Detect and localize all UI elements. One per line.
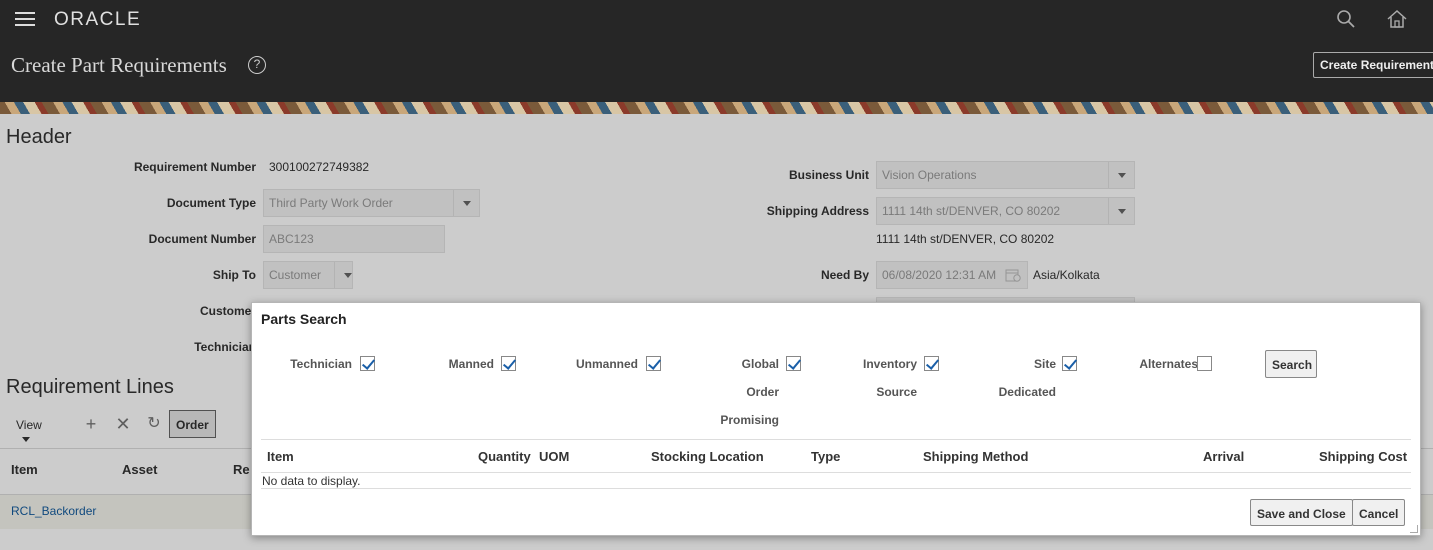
- inventory-source-checkbox[interactable]: [924, 356, 939, 371]
- column-shipping-cost: Shipping Cost: [1319, 449, 1408, 464]
- no-data-message: No data to display.: [262, 474, 361, 488]
- search-button[interactable]: Search: [1265, 350, 1317, 378]
- save-and-close-button[interactable]: Save and Close: [1250, 499, 1353, 526]
- site-dedicated-checkbox[interactable]: [1062, 356, 1077, 371]
- page-title: Create Part Requirements: [11, 53, 227, 77]
- dialog-title: Parts Search: [261, 311, 347, 327]
- site-dedicated-label: Site Dedicated: [992, 350, 1056, 406]
- option-line: Inventory: [862, 357, 917, 371]
- table-divider: [261, 439, 1411, 440]
- column-arrival: Arrival: [1203, 449, 1245, 464]
- column-type: Type: [811, 449, 841, 464]
- unmanned-checkbox[interactable]: [646, 356, 661, 371]
- option-line: Order: [746, 385, 779, 399]
- decorative-banner: [0, 102, 1433, 114]
- column-item: Item: [267, 449, 294, 464]
- column-stocking-location: Stocking Location: [651, 449, 764, 464]
- alternates-checkbox[interactable]: [1197, 356, 1212, 371]
- table-divider: [261, 488, 1411, 489]
- technician-option-label: Technician: [290, 357, 352, 371]
- option-line: Global: [741, 357, 779, 371]
- alternates-option-label: Alternates: [1139, 357, 1198, 371]
- parts-search-dialog: Parts Search Technician Manned Unmanned …: [251, 302, 1421, 536]
- cancel-button[interactable]: Cancel: [1352, 499, 1406, 526]
- inventory-source-label: Inventory Source: [852, 350, 917, 406]
- column-quantity: Quantity: [478, 449, 531, 464]
- manned-option-label: Manned: [448, 357, 494, 371]
- technician-checkbox[interactable]: [360, 356, 375, 371]
- unmanned-option-label: Unmanned: [575, 357, 638, 371]
- home-icon[interactable]: [1386, 9, 1408, 29]
- option-line: Dedicated: [998, 385, 1056, 399]
- column-shipping-method: Shipping Method: [923, 449, 1029, 464]
- manned-checkbox[interactable]: [501, 356, 516, 371]
- global-order-promising-label: Global Order Promising: [714, 350, 779, 434]
- option-line: Promising: [720, 413, 779, 427]
- oracle-logo: ORACLE: [54, 9, 142, 30]
- option-line: Source: [876, 385, 917, 399]
- table-divider: [261, 472, 1411, 473]
- global-order-promising-checkbox[interactable]: [786, 356, 801, 371]
- create-requirement-button[interactable]: Create Requirement: [1313, 52, 1433, 78]
- global-header: ORACLE Create Part Requirements ? Create…: [0, 0, 1433, 102]
- column-uom: UOM: [539, 449, 570, 464]
- help-icon[interactable]: ?: [248, 56, 266, 74]
- option-line: Site: [1033, 357, 1056, 371]
- search-icon[interactable]: [1336, 9, 1356, 29]
- menu-icon[interactable]: [15, 12, 35, 26]
- resize-handle-icon[interactable]: [1410, 525, 1418, 533]
